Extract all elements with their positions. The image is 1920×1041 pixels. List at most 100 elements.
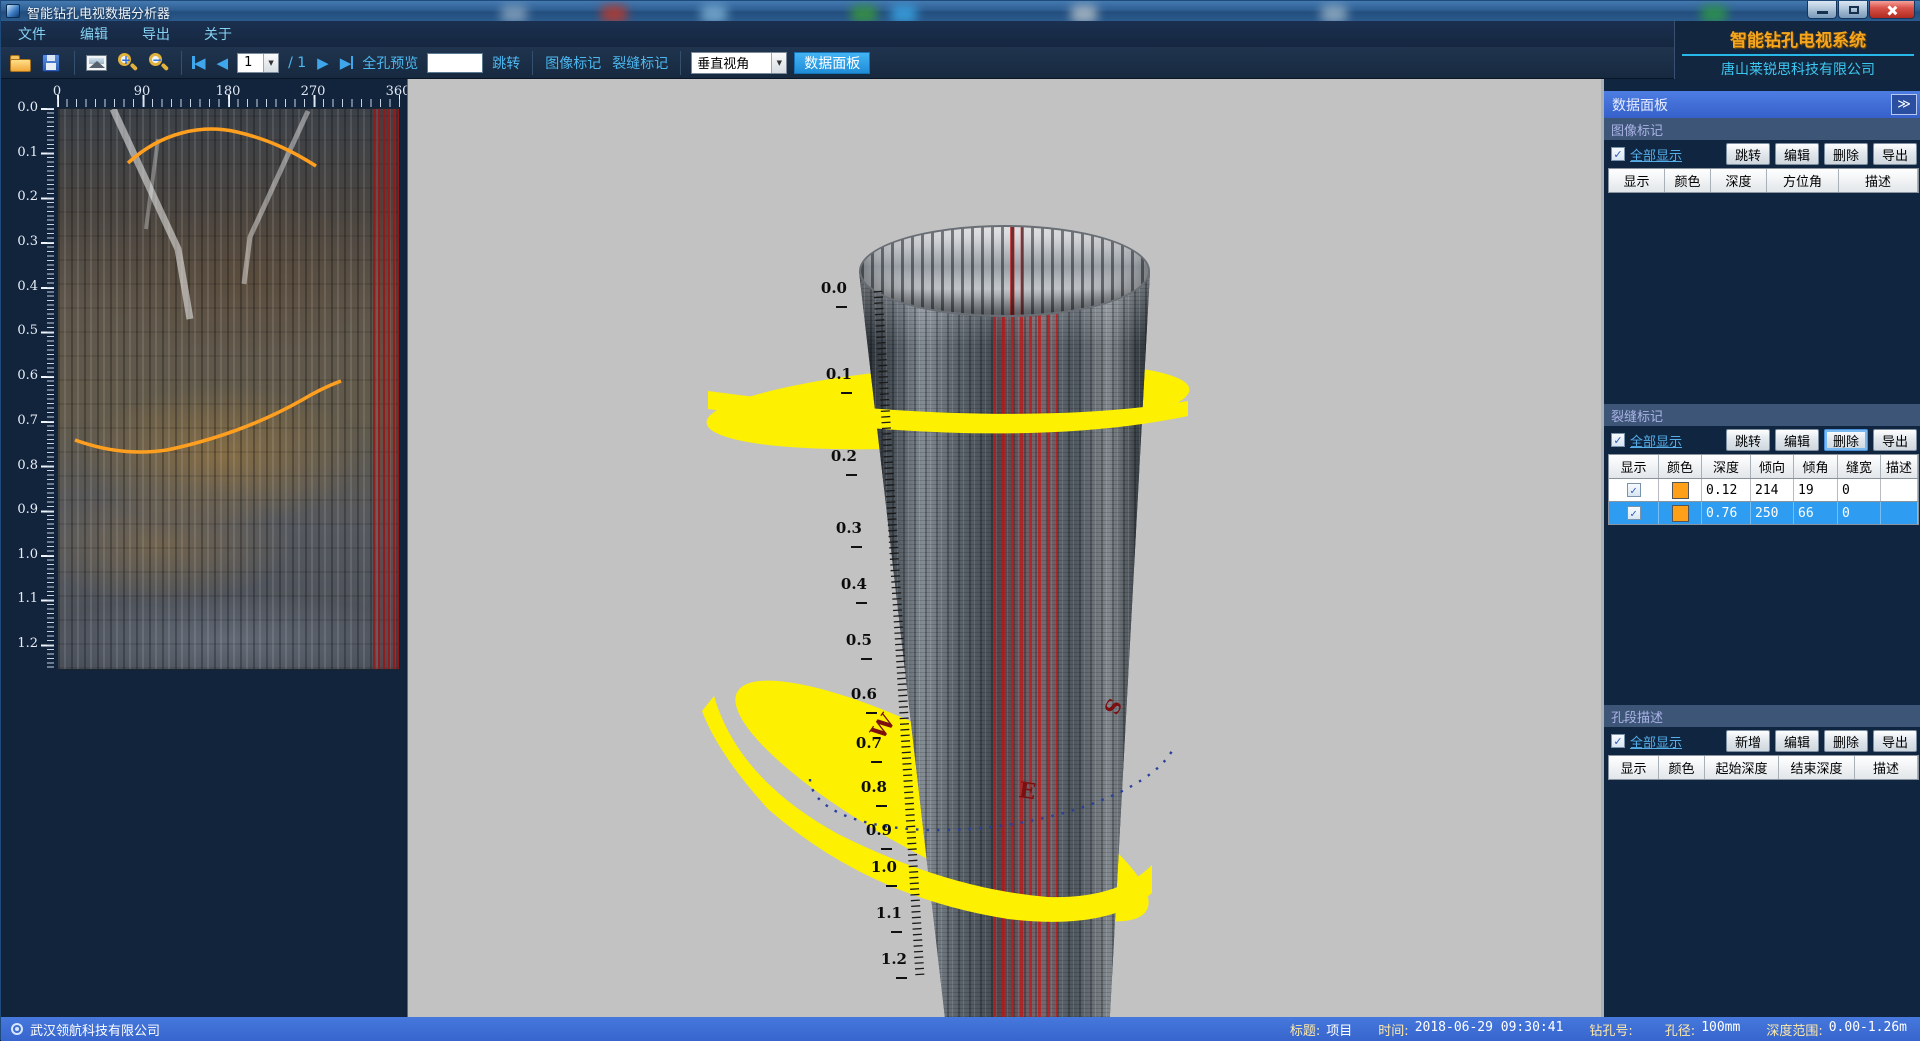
delete-segment-button[interactable]: 删除 <box>1824 730 1868 752</box>
system-title: 智能钻孔电视系统 <box>1675 26 1920 51</box>
data-panel-header: 数据面板 ≫ <box>1604 91 1920 118</box>
show-all-label[interactable]: 全部显示 <box>1630 431 1682 450</box>
crack-marks-section-bar: 裂缝标记 <box>1604 404 1920 426</box>
depth-label-3d: 0.9 <box>856 821 892 857</box>
edit-segment-button[interactable]: 编辑 <box>1775 730 1819 752</box>
menu-bar: 文件 编辑 导出 关于 <box>1 21 1920 47</box>
hole-diameter-field: 孔径: 100mm <box>1665 1020 1741 1039</box>
export-marks-button[interactable]: 导出 <box>1873 143 1917 165</box>
open-file-icon[interactable] <box>9 51 33 75</box>
zoom-in-icon[interactable]: + <box>116 51 140 75</box>
app-window: 智能钻孔电视数据分析器 文件 编辑 导出 关于 + − ◀ ◀ 1 ▼ / 1 … <box>0 0 1920 1040</box>
window-title: 智能钻孔电视数据分析器 <box>27 3 170 21</box>
last-page-button[interactable]: ▶ <box>338 52 354 74</box>
depth-label: 0.9 <box>1 502 38 517</box>
crack-mark-button[interactable]: 裂缝标记 <box>610 53 670 73</box>
hole-number-field: 钻孔号: <box>1589 1020 1638 1039</box>
aero-glass-blob <box>851 5 877 21</box>
image-view-icon[interactable] <box>85 51 109 75</box>
edit-mark-button[interactable]: 编辑 <box>1775 143 1819 165</box>
edit-crack-button[interactable]: 编辑 <box>1775 429 1819 451</box>
export-segments-button[interactable]: 导出 <box>1873 730 1917 752</box>
depth-label: 0.7 <box>1 413 38 428</box>
image-marks-title: 图像标记 <box>1611 120 1663 139</box>
main-area: 0 90 180 270 360 0.0 0.1 0.2 0.3 0.4 0.5… <box>1 79 1920 1017</box>
jump-button[interactable]: 跳转 <box>490 53 522 73</box>
show-all-checkbox[interactable]: ✓ <box>1611 147 1625 161</box>
window-controls <box>1806 1 1915 19</box>
borehole-image-panel: 0 90 180 270 360 0.0 0.1 0.2 0.3 0.4 0.5… <box>1 79 407 1017</box>
menu-export[interactable]: 导出 <box>125 24 187 44</box>
add-segment-button[interactable]: 新增 <box>1726 730 1770 752</box>
next-page-button[interactable]: ▶ <box>315 52 331 74</box>
depth-range-field: 深度范围: 0.00-1.26m <box>1766 1020 1907 1039</box>
viewer-3d[interactable]: W E S 0.0 0.1 0.2 0.3 0.4 0.5 0.6 0.7 0.… <box>407 79 1601 1017</box>
depth-label: 1.1 <box>1 591 38 606</box>
branding-box: 智能钻孔电视系统 唐山莱锐思科技有限公司 <box>1674 21 1920 79</box>
project-title-field: 标题: 项目 <box>1290 1020 1352 1039</box>
crack-marks-table-header: 显示 颜色 深度 倾向 倾角 缝宽 描述 <box>1608 454 1919 479</box>
aero-glass-blob <box>701 5 727 21</box>
view-mode-select[interactable]: 垂直视角 ▼ <box>691 52 787 74</box>
delete-mark-button[interactable]: 删除 <box>1824 143 1868 165</box>
show-all-checkbox[interactable]: ✓ <box>1611 734 1625 748</box>
first-page-button[interactable]: ◀ <box>192 52 208 74</box>
aero-glass-blob <box>501 5 527 21</box>
show-all-checkbox[interactable]: ✓ <box>1611 433 1625 447</box>
full-hole-preview-button[interactable]: 全孔预览 <box>360 53 420 73</box>
depth-jump-input[interactable] <box>427 53 483 73</box>
depth-label-3d: 0.5 <box>836 631 872 667</box>
depth-label: 1.2 <box>1 636 38 651</box>
statusbar-fields: 标题: 项目 时间: 2018-06-29 09:30:41 钻孔号: 孔径: … <box>1290 1020 1907 1039</box>
borehole-unwrapped-image[interactable] <box>57 108 399 670</box>
zoom-out-icon[interactable]: − <box>147 51 171 75</box>
image-mark-button[interactable]: 图像标记 <box>543 53 603 73</box>
chevron-down-icon[interactable]: ▼ <box>771 53 786 73</box>
page-number-value: 1 <box>238 55 263 70</box>
crack-mark-row-selected[interactable]: ✓ 0.76 250 66 0 <box>1608 502 1919 525</box>
jump-to-mark-button[interactable]: 跳转 <box>1726 143 1770 165</box>
prev-page-button[interactable]: ◀ <box>215 52 231 74</box>
app-icon <box>6 4 20 18</box>
fracture-disc-lower-front-band <box>702 696 1152 922</box>
image-marks-table-header: 显示 颜色 深度 方位角 描述 <box>1608 168 1919 193</box>
row-visible-checkbox[interactable]: ✓ <box>1627 506 1641 520</box>
toolbar: + − ◀ ◀ 1 ▼ / 1 ▶ ▶ 全孔预览 跳转 图像标记 裂缝标记 垂直… <box>1 47 1920 79</box>
close-button[interactable] <box>1869 1 1915 19</box>
menu-about[interactable]: 关于 <box>187 24 249 44</box>
depth-label: 1.0 <box>1 547 38 562</box>
aero-glass-blob <box>601 5 627 21</box>
jump-to-crack-button[interactable]: 跳转 <box>1726 429 1770 451</box>
aero-glass-blob <box>1321 5 1347 21</box>
show-all-label[interactable]: 全部显示 <box>1630 145 1682 164</box>
row-visible-checkbox[interactable]: ✓ <box>1627 483 1641 497</box>
aero-glass-blob <box>891 5 917 21</box>
depth-label-3d: 1.0 <box>861 858 897 894</box>
viewer-overlay-front: W E S <box>408 79 1601 1017</box>
save-icon[interactable] <box>40 51 64 75</box>
chevron-down-icon[interactable]: ▼ <box>263 54 278 72</box>
collapse-panel-button[interactable]: ≫ <box>1891 94 1917 115</box>
mark-color-swatch <box>1672 482 1689 499</box>
minimize-button[interactable] <box>1807 1 1837 19</box>
depth-label: 0.1 <box>1 145 38 160</box>
menu-file[interactable]: 文件 <box>1 24 63 44</box>
segments-section-bar: 孔段描述 <box>1604 705 1920 727</box>
depth-label: 0.5 <box>1 323 38 338</box>
delete-crack-button[interactable]: 删除 <box>1824 429 1868 451</box>
data-panel-toggle-button[interactable]: 数据面板 <box>794 52 870 74</box>
crack-mark-row[interactable]: ✓ 0.12 214 19 0 <box>1608 479 1919 502</box>
segments-table-header: 显示 颜色 起始深度 结束深度 描述 <box>1608 755 1919 780</box>
compass-east-label: E <box>1017 777 1037 805</box>
page-number-select[interactable]: 1 ▼ <box>237 53 279 73</box>
titlebar: 智能钻孔电视数据分析器 <box>1 1 1920 21</box>
fracture-disc-upper-front-band <box>708 391 1188 433</box>
show-all-label[interactable]: 全部显示 <box>1630 732 1682 751</box>
menu-edit[interactable]: 编辑 <box>63 24 125 44</box>
export-cracks-button[interactable]: 导出 <box>1873 429 1917 451</box>
maximize-button[interactable] <box>1838 1 1868 19</box>
minimize-icon <box>1817 11 1828 14</box>
data-panel: 数据面板 ≫ 图像标记 ✓ 全部显示 跳转 编辑 删除 导出 显示 颜色 深度 … <box>1601 79 1920 1017</box>
fracture-curve-overlay <box>58 109 400 671</box>
depth-label-3d: 0.4 <box>831 575 867 611</box>
